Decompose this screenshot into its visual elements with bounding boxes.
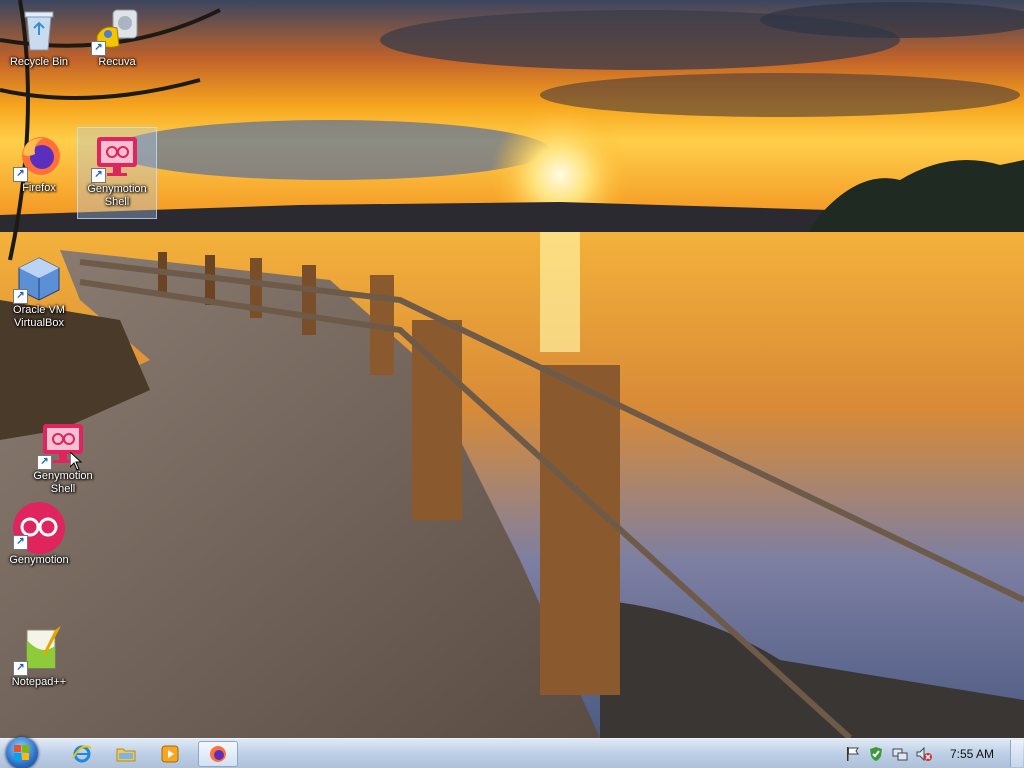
desktop-icon-recycle-bin[interactable]: Recycle Bin <box>0 6 78 69</box>
taskbar-media-player[interactable] <box>150 741 190 767</box>
desktop-icon-virtualbox[interactable]: ↗ Oracle VM VirtualBox <box>0 254 78 330</box>
start-button[interactable] <box>6 737 38 768</box>
network-icon[interactable] <box>892 746 908 762</box>
notepad-plus-plus-icon: ↗ <box>13 626 63 676</box>
mouse-cursor-icon <box>69 450 83 476</box>
icon-label: Genymotion Shell <box>87 183 147 208</box>
desktop-icon-genymotion-shell-selected[interactable]: ↗ Genymotion Shell <box>77 127 157 219</box>
firefox-icon <box>210 746 226 762</box>
shortcut-arrow-icon: ↗ <box>13 167 28 182</box>
icon-label: Notepad++ <box>11 676 67 688</box>
icon-label: Oracle VM VirtualBox <box>13 304 65 329</box>
desktop-icon-genymotion[interactable]: ↗ Genymotion <box>0 500 78 567</box>
taskbar-firefox[interactable] <box>198 741 238 767</box>
firefox-icon: ↗ <box>13 132 63 182</box>
icon-label: Genymotion Shell <box>33 470 93 495</box>
icon-label: Recuva <box>98 56 136 68</box>
shortcut-arrow-icon: ↗ <box>13 661 28 676</box>
file-explorer-icon <box>116 748 136 762</box>
shortcut-arrow-icon: ↗ <box>13 535 28 550</box>
genymotion-shell-icon: ↗ <box>91 133 141 183</box>
security-shield-icon[interactable] <box>868 746 884 762</box>
taskbar-file-explorer[interactable] <box>106 741 146 767</box>
taskbar-clock[interactable]: 7:55 AM <box>950 747 994 761</box>
windows-logo-icon <box>14 745 29 760</box>
taskbar: 7:55 AM <box>0 737 1024 768</box>
shortcut-arrow-icon: ↗ <box>37 455 52 470</box>
virtualbox-icon: ↗ <box>13 254 63 304</box>
desktop-icon-genymotion-shell[interactable]: ↗ Genymotion Shell <box>24 420 102 496</box>
icon-label: Firefox <box>22 182 56 194</box>
internet-explorer-icon <box>72 745 92 763</box>
desktop-icon-notepad-plus-plus[interactable]: ↗ Notepad++ <box>0 626 78 689</box>
recycle-bin-icon <box>15 6 63 54</box>
genymotion-icon: ↗ <box>13 500 65 554</box>
media-player-icon <box>161 745 179 763</box>
desktop-icon-firefox[interactable]: ↗ Firefox <box>0 132 78 195</box>
volume-muted-icon[interactable] <box>916 746 932 762</box>
shortcut-arrow-icon: ↗ <box>91 41 106 56</box>
shortcut-arrow-icon: ↗ <box>91 168 106 183</box>
show-desktop-button[interactable] <box>1010 740 1023 767</box>
recuva-icon: ↗ <box>91 6 141 56</box>
icon-label: Recycle Bin <box>9 56 69 68</box>
shortcut-arrow-icon: ↗ <box>13 289 28 304</box>
desktop-wallpaper <box>0 0 1024 738</box>
desktop-icon-recuva[interactable]: ↗ Recuva <box>78 6 156 69</box>
action-center-flag-icon[interactable] <box>844 746 860 762</box>
taskbar-internet-explorer[interactable] <box>62 741 102 767</box>
